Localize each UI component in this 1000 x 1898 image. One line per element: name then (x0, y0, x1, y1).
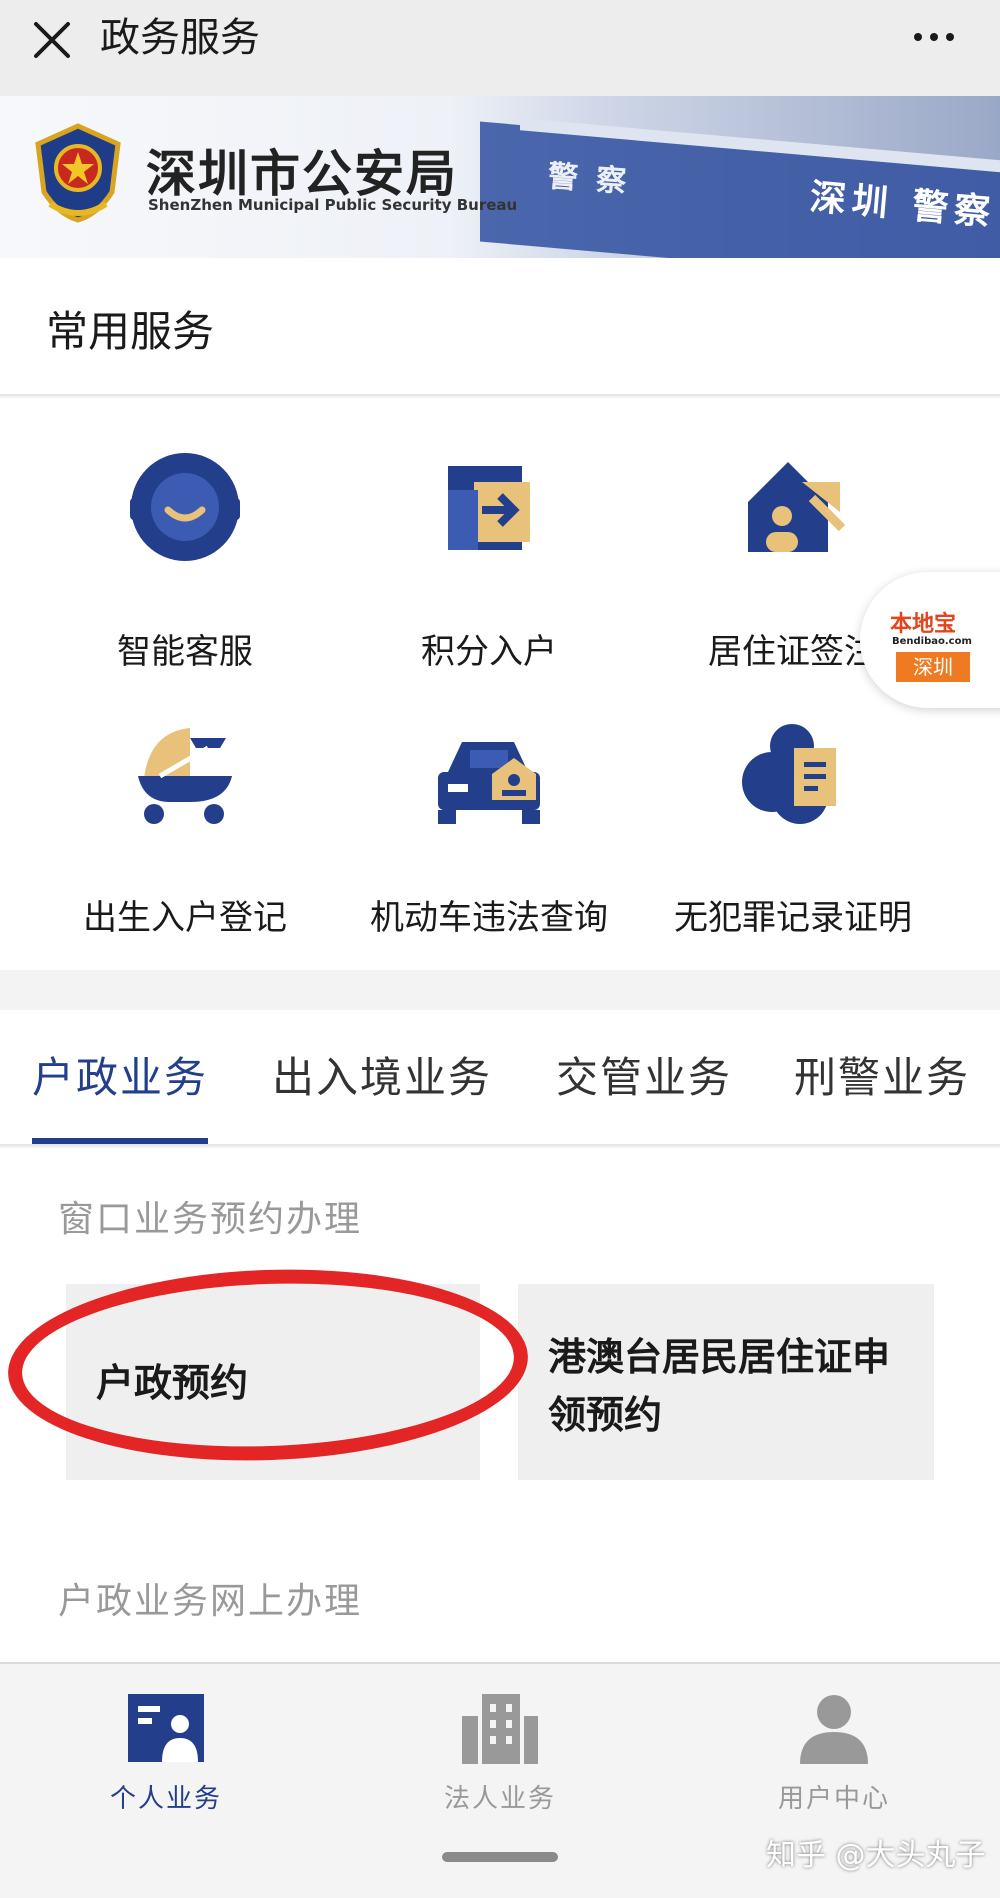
bureau-name-en: ShenZhen Municipal Public Security Burea… (148, 196, 518, 214)
residence-permit-icon (748, 462, 846, 552)
home-indicator[interactable] (442, 1852, 558, 1862)
police-emblem-icon (35, 123, 121, 223)
badge-brand: 本地宝 (890, 612, 957, 637)
birth-registration-icon (138, 728, 232, 824)
top-bar: 政务服务 (0, 0, 1000, 96)
service-smart-service[interactable]: 智能客服 (30, 452, 330, 672)
vehicle-violation-icon (438, 742, 540, 824)
tab-traffic[interactable]: 交管业务 (556, 1044, 732, 1105)
window-appointment-heading: 窗口业务预约办理 (58, 1199, 363, 1240)
nav-label: 法人业务 (443, 1784, 556, 1814)
service-points-household[interactable]: 积分入户 (334, 452, 634, 672)
services-grid: 智能客服 积分入户 居住证签注 出生入户登记 机动车违法查询 无犯罪记录证明 (0, 398, 1000, 970)
nav-user-center[interactable]: 用户中心 (734, 1692, 934, 1815)
banner-sign-side: 警 察 (546, 159, 632, 200)
service-label: 积分入户 (421, 632, 557, 672)
service-birth-registration[interactable]: 出生入户登记 (30, 718, 330, 938)
nav-personal-business[interactable]: 个人业务 (66, 1692, 266, 1815)
active-tab-indicator (32, 1138, 208, 1144)
smart-service-icon (130, 453, 240, 561)
business-tabs: 户政业务 出入境业务 交管业务 刑警业务 (0, 1010, 1000, 1146)
section-title: 常用服务 (46, 307, 215, 356)
personal-business-icon (128, 1694, 204, 1762)
building-icon (462, 1694, 538, 1764)
zhihu-watermark: 知乎 @大头丸子 (766, 1838, 986, 1873)
nav-label: 用户中心 (777, 1784, 890, 1814)
no-criminal-record-icon (742, 724, 836, 824)
nav-label: 个人业务 (109, 1784, 222, 1814)
service-vehicle-violation[interactable]: 机动车违法查询 (334, 718, 634, 938)
nav-corporate-business[interactable]: 法人业务 (400, 1692, 600, 1815)
bureau-banner: 警 察 深圳 警察 深圳市公安局 ShenZhen Municipal Publ… (0, 96, 1000, 258)
service-label: 出生入户登记 (83, 898, 287, 938)
card-label: 港澳台居民居住证申领预约 (548, 1335, 891, 1437)
common-services-header: 常用服务 (0, 258, 1000, 396)
service-label: 机动车违法查询 (370, 898, 608, 938)
user-icon (800, 1695, 868, 1764)
badge-city: 深圳 (896, 652, 970, 682)
page-title: 政务服务 (100, 15, 260, 61)
service-label: 智能客服 (117, 632, 253, 672)
badge-domain: Bendibao.com (892, 636, 972, 647)
bendibao-floating-badge[interactable]: 本地宝 Bendibao.com 深圳 (860, 572, 1000, 708)
more-options-icon[interactable] (910, 22, 958, 52)
service-label: 无犯罪记录证明 (674, 898, 912, 938)
close-icon[interactable] (28, 16, 76, 64)
online-processing-heading: 户政业务网上办理 (58, 1581, 363, 1622)
tab-criminal[interactable]: 刑警业务 (794, 1044, 970, 1105)
tab-exit-entry[interactable]: 出入境业务 (272, 1044, 492, 1105)
tab-household[interactable]: 户政业务 (32, 1044, 208, 1105)
service-no-criminal-record[interactable]: 无犯罪记录证明 (638, 718, 938, 938)
hmt-residence-permit-card[interactable]: 港澳台居民居住证申领预约 (518, 1284, 934, 1480)
points-household-icon (448, 466, 530, 550)
